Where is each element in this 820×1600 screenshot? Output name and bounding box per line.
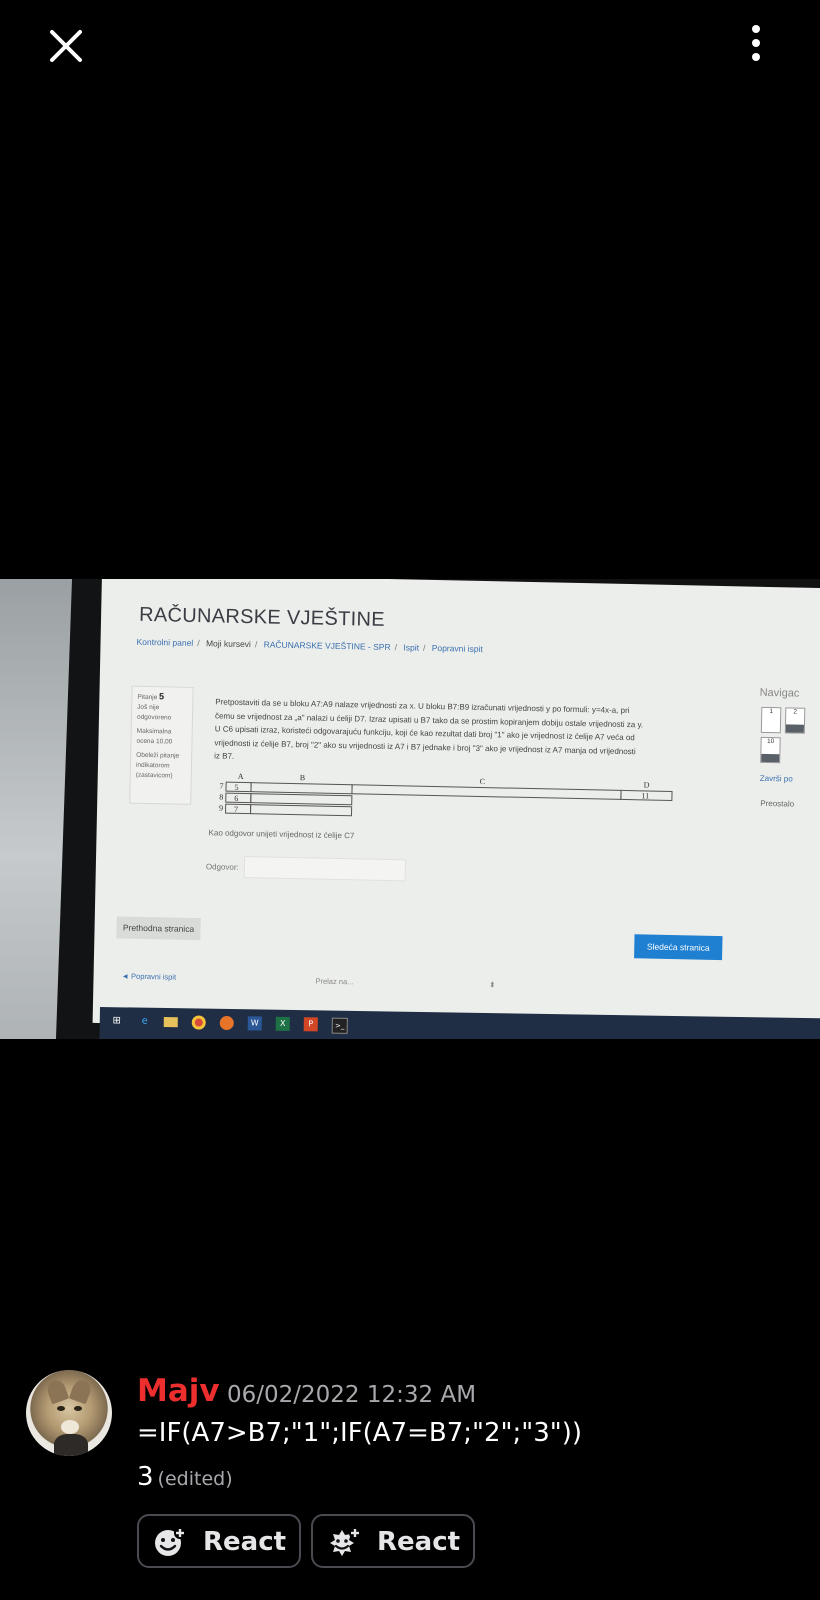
react-button[interactable]: React [137,1514,301,1568]
jump-to-label: Prelaz na... [315,976,354,987]
nav-question-box: 1 [760,706,782,734]
cell-b9 [249,804,353,817]
row-number: 8 [219,792,224,802]
column-header: D [643,780,650,790]
question-points: Maksimalna ocena 10,00 [136,727,173,746]
avatar[interactable] [26,1370,112,1456]
edited-marker: (edited) [157,1468,233,1490]
course-title: RAČUNARSKE VJEŠTINE [138,603,386,631]
column-header: A [237,771,244,782]
breadcrumb-item: Popravni ispit [431,642,483,654]
breadcrumb-item: Ispit [403,642,420,653]
row-number: 7 [219,781,224,791]
time-remaining-label: Preostalo [760,798,795,809]
column-header: C [479,776,486,787]
cell-b8 [250,793,353,806]
nav-question-box: 10 [760,736,781,764]
jump-to-select: Prelaz na... ⬍ [315,977,495,990]
breadcrumb-item: Moji kursevi [205,638,251,650]
monitor-screen: RAČUNARSKE VJEŠTINE Kontrolni panel / Moj… [92,579,820,1039]
question-text: Pretpostaviti da se u bloku A7:A9 nalaze… [214,695,715,773]
cell-a9: 7 [224,803,252,815]
breadcrumb-item: RAČUNARSKE VJEŠTINE - SPR [263,639,391,653]
question-status: Još nije odgovoreno [136,703,172,722]
add-super-reaction-icon [330,1527,361,1556]
answer-hint: Kao odgovor unijeti vrijednost iz ćelije… [208,828,355,841]
add-emoji-icon [155,1527,186,1556]
nav-question-box: 2 [784,707,806,734]
select-arrows-icon: ⬍ [489,980,496,990]
file-explorer-icon [163,1017,178,1028]
answer-input [243,856,407,882]
row-number: 9 [219,803,224,813]
more-vertical-icon [752,25,760,61]
terminal-icon: >_ [331,1017,348,1034]
excel-icon: X [275,1016,290,1031]
cell-a7: 5 [225,781,252,793]
cell-a8: 6 [225,792,252,804]
more-options-button[interactable] [740,22,772,68]
word-icon: W [247,1016,262,1031]
close-icon [50,30,82,62]
nav-box-number: 1 [769,708,774,716]
quiz-navigation-title: Navigac [759,686,800,700]
super-react-button-label: React [377,1527,461,1557]
edge-icon: e [141,1015,148,1027]
message-text-value: 3 [137,1462,154,1492]
nav-box-number: 2 [793,708,798,716]
message-text-line: =IF(A7>B7;"1";IF(A7=B7;"2";"3")) [137,1418,583,1448]
close-button[interactable] [44,24,88,68]
chrome-icon [191,1015,206,1030]
question-number: 5 [159,691,165,702]
flag-question: Obeleži pitanje indikatorom (zastavicom) [135,751,180,780]
next-page-button: Sledeća stranica [634,934,723,961]
answer-label: Odgovor: [205,862,239,872]
windows-start-icon: ⊞ [112,1015,122,1027]
question-label: Pitanje [137,693,158,702]
super-react-button[interactable]: React [311,1514,475,1568]
breadcrumb-item: Kontrolni panel [136,636,194,648]
nav-box-number: 10 [766,737,775,746]
previous-page-button: Prethodna stranica [116,916,201,941]
nav-box-answered-bar [761,753,780,763]
nav-box-answered-bar [785,724,804,733]
firefox-icon [219,1015,234,1031]
viewer-top-bar [0,0,820,90]
finish-attempt-link: Završi po [759,773,793,784]
message-timestamp: 06/02/2022 12:32 AM [227,1382,477,1408]
spreadsheet-figure: A B C D 7 5 11 8 6 9 7 [215,771,686,831]
username[interactable]: Majv [137,1373,220,1409]
cell-d7: 11 [620,789,673,801]
react-button-label: React [203,1527,287,1557]
attached-photo[interactable]: RAČUNARSKE VJEŠTINE Kontrolni panel / Moj… [0,579,820,1039]
powerpoint-icon: P [303,1017,318,1032]
message-text-line-2: 3 (edited) [137,1462,233,1492]
question-info-panel: Pitanje 5 Još nije odgovoreno Maksimalna… [129,685,194,805]
cell-b7 [250,782,353,795]
column-header: B [299,773,306,783]
back-to-exam-link: ◄ Popravni ispit [121,971,177,982]
cell-c7 [351,784,622,800]
breadcrumb: Kontrolni panel / Moji kursevi / RAČUNARSK… [136,636,483,654]
